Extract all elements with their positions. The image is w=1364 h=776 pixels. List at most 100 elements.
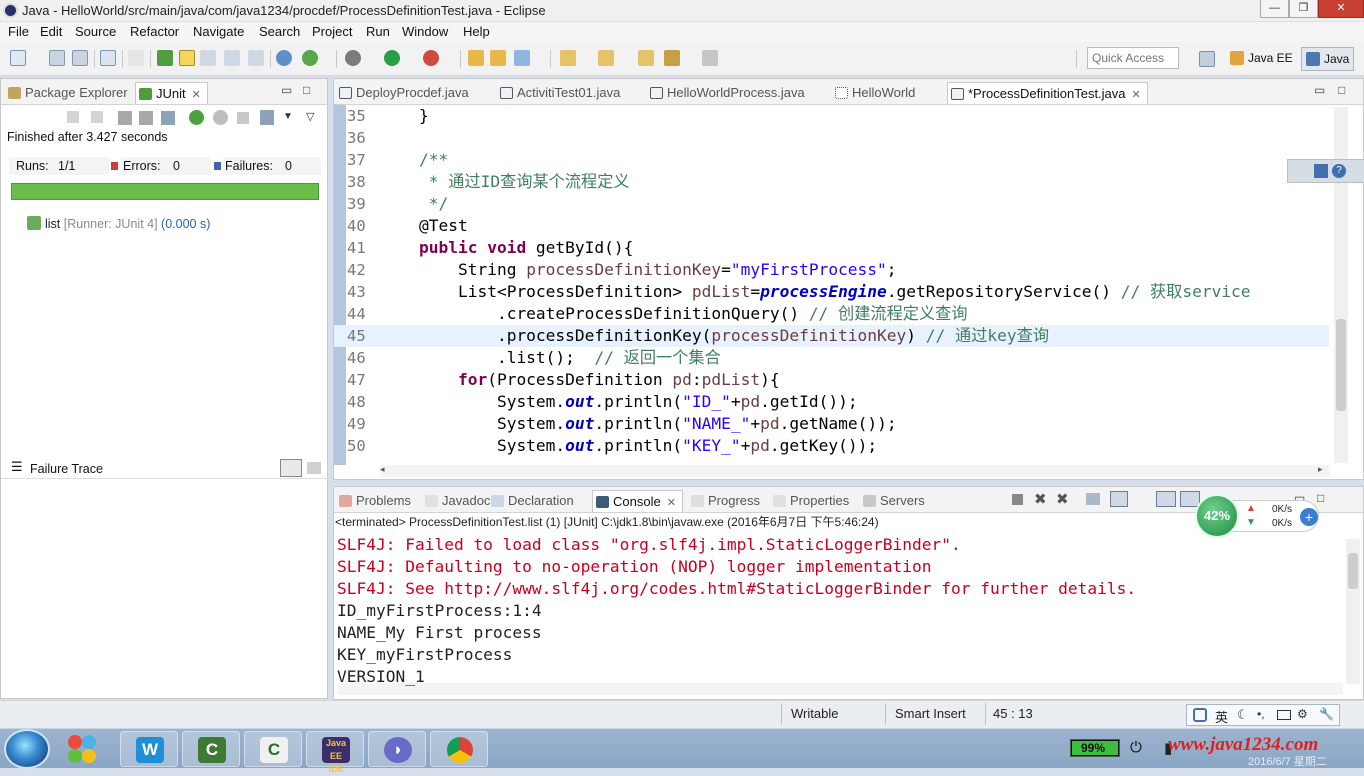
clear-console-icon[interactable] — [1086, 493, 1100, 505]
tab-package-explorer[interactable]: Package Explorer — [5, 82, 134, 104]
menu-edit[interactable]: Edit — [40, 24, 62, 39]
new-java-package-icon[interactable] — [468, 50, 484, 66]
rerun-test-icon[interactable] — [189, 110, 204, 125]
perspective-java-ee[interactable]: Java EE — [1226, 47, 1297, 71]
last-edit-icon[interactable] — [638, 50, 654, 66]
code-line[interactable]: 44 .createProcessDefinitionQuery() // 创建… — [334, 303, 1329, 325]
ime-punct-icon[interactable]: •, — [1257, 707, 1265, 721]
run-history-icon[interactable] — [161, 111, 175, 125]
code-line[interactable]: 50 System.out.println("KEY_"+pd.getKey()… — [334, 435, 1329, 457]
tab-helloworld-bpmn[interactable]: HelloWorld — [832, 82, 921, 104]
mark-occurrences-icon[interactable] — [157, 50, 173, 66]
tab-activiti-test[interactable]: ActivitiTest01.java — [497, 82, 626, 104]
ime-language-toggle[interactable]: 英 — [1215, 707, 1228, 726]
taskbar-app-windows-live[interactable] — [60, 731, 108, 767]
external-tools-icon[interactable] — [423, 50, 439, 66]
new-icon[interactable] — [10, 50, 26, 66]
console-scroll-thumb[interactable] — [1348, 553, 1358, 589]
previous-annotation-icon[interactable] — [598, 50, 614, 66]
filter-stack-icon[interactable] — [280, 459, 302, 477]
close-junit-tab-icon[interactable]: ✕ — [192, 89, 201, 101]
test-run-history-icon[interactable] — [260, 110, 274, 125]
code-line[interactable]: 42 String processDefinitionKey="myFirstP… — [334, 259, 1329, 281]
scroll-lock-icon[interactable] — [139, 111, 153, 125]
open-perspective-icon[interactable] — [1199, 51, 1215, 67]
rerun-failed-icon[interactable] — [213, 110, 228, 125]
tab-problems[interactable]: Problems — [336, 490, 417, 512]
test-tree-item[interactable]: list [Runner: JUnit 4] (0.000 s) — [27, 216, 210, 231]
tab-servers[interactable]: Servers — [860, 490, 931, 512]
tab-declaration[interactable]: Declaration — [488, 490, 580, 512]
menu-run[interactable]: Run — [366, 24, 390, 39]
maximize-view-icon[interactable]: □ — [303, 83, 310, 97]
tab-helloworld-process[interactable]: HelloWorldProcess.java — [647, 82, 811, 104]
next-failure-icon[interactable] — [67, 111, 79, 123]
code-line[interactable]: 37 /** — [334, 149, 1329, 171]
close-editor-tab-icon[interactable]: ✕ — [1132, 89, 1141, 101]
tab-console[interactable]: Console ✕ — [592, 490, 683, 512]
close-console-tab-icon[interactable]: ✕ — [667, 497, 676, 509]
skip-breakpoints-icon[interactable] — [128, 50, 144, 66]
taskbar-app-java-ee-ide[interactable]: Java EE IDE — [306, 731, 364, 774]
menu-file[interactable]: File — [8, 24, 29, 39]
tab-process-definition-test[interactable]: *ProcessDefinitionTest.java ✕ — [947, 82, 1148, 104]
taskbar-app-chrome[interactable] — [430, 731, 488, 767]
ime-moon-icon[interactable]: ☾ — [1237, 707, 1249, 723]
remove-launch-icon[interactable]: ✖ — [1034, 490, 1047, 508]
menu-help[interactable]: Help — [463, 24, 490, 39]
code-line[interactable]: 49 System.out.println("NAME_"+pd.getName… — [334, 413, 1329, 435]
accelerate-icon[interactable]: + — [1300, 508, 1318, 526]
start-button[interactable] — [4, 729, 50, 769]
menu-source[interactable]: Source — [75, 24, 116, 39]
code-line[interactable]: 43 List<ProcessDefinition> pdList=proces… — [334, 281, 1329, 303]
network-monitor-widget[interactable]: ▲ ▼ 0K/s 0K/s + 42% — [1195, 494, 1321, 538]
scroll-right-icon[interactable]: ▸ — [1318, 464, 1323, 475]
menu-project[interactable]: Project — [312, 24, 352, 39]
close-button[interactable]: ✕ — [1318, 0, 1364, 18]
outline-icon[interactable] — [1314, 164, 1328, 178]
code-line[interactable]: 45 .processDefinitionKey(processDefiniti… — [334, 325, 1329, 347]
refresh-icon[interactable] — [302, 50, 318, 66]
forward-icon[interactable] — [702, 50, 718, 66]
taskbar-app-camtasia-studio[interactable]: C — [244, 731, 302, 767]
ime-tools-icon[interactable]: ⚙ — [1297, 707, 1308, 721]
scroll-lock-console-icon[interactable] — [1110, 491, 1128, 507]
help-icon[interactable]: ? — [1332, 164, 1346, 178]
print-icon[interactable] — [100, 50, 116, 66]
code-line[interactable]: 35 } — [334, 105, 1329, 127]
back-icon[interactable] — [664, 50, 680, 66]
code-line[interactable]: 46 .list(); // 返回一个集合 — [334, 347, 1329, 369]
open-type-icon[interactable] — [276, 50, 292, 66]
editor-hscrollbar[interactable]: ◂ ▸ — [380, 464, 1330, 477]
tab-properties[interactable]: Properties — [770, 490, 855, 512]
maximize-editor-icon[interactable]: □ — [1338, 83, 1345, 97]
code-line[interactable]: 47 for(ProcessDefinition pd:pdList){ — [334, 369, 1329, 391]
code-line[interactable]: 40 @Test — [334, 215, 1329, 237]
search-tool-icon[interactable] — [514, 50, 530, 66]
code-line[interactable]: 36 — [334, 127, 1329, 149]
battery-indicator[interactable]: 99% — [1070, 739, 1120, 757]
menu-window[interactable]: Window — [402, 24, 448, 39]
quick-access-input[interactable] — [1087, 47, 1179, 69]
show-on-stdout-icon[interactable] — [1156, 491, 1176, 507]
taskbar-app-player[interactable]: ◗ — [368, 731, 426, 767]
stop-run-icon[interactable] — [237, 112, 249, 124]
code-line[interactable]: 39 */ — [334, 193, 1329, 215]
history-dropdown-icon[interactable]: ▼ — [283, 111, 293, 122]
debug-icon[interactable] — [345, 50, 361, 66]
menu-navigate[interactable]: Navigate — [193, 24, 244, 39]
next-annotation-icon[interactable] — [560, 50, 576, 66]
block-selection-icon[interactable] — [200, 50, 216, 66]
perspective-java[interactable]: Java — [1301, 47, 1355, 71]
word-wrap-icon[interactable] — [224, 50, 240, 66]
minimize-button[interactable]: — — [1260, 0, 1289, 18]
console-hscrollbar[interactable] — [338, 683, 1343, 695]
editor-scroll-thumb[interactable] — [1336, 319, 1346, 411]
tab-progress[interactable]: Progress — [688, 490, 766, 512]
code-line[interactable]: 38 * 通过ID查询某个流程定义 — [334, 171, 1329, 193]
ime-keyboard-icon[interactable] — [1277, 710, 1291, 720]
show-whitespace-icon[interactable] — [248, 50, 264, 66]
minimize-editor-icon[interactable]: ▭ — [1314, 83, 1325, 97]
open-folder-icon[interactable] — [490, 50, 506, 66]
remove-all-launches-icon[interactable]: ✖ — [1056, 490, 1069, 508]
